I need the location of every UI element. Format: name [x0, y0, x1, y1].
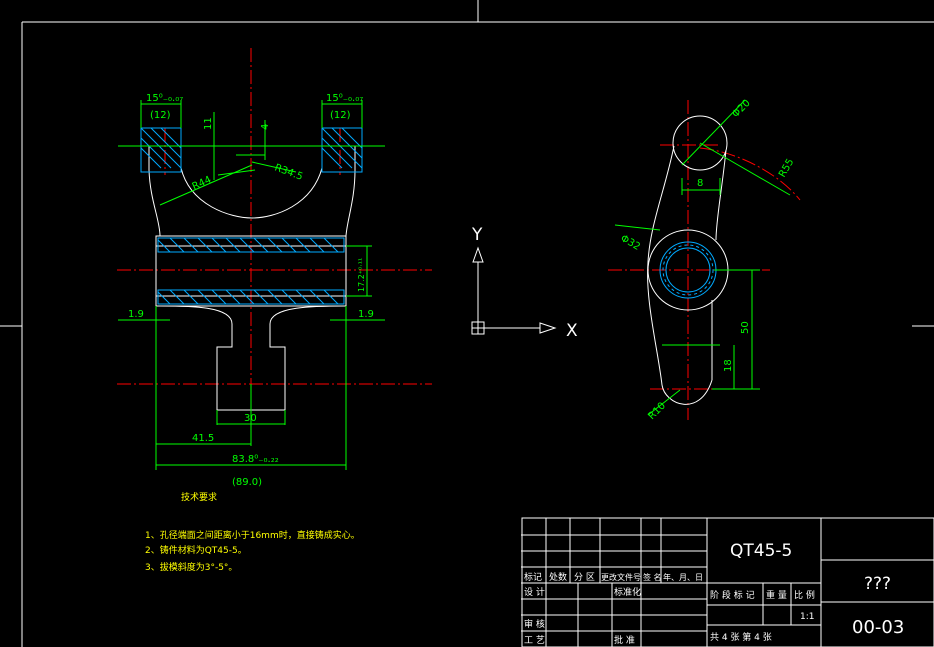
row-label-4: 签 名: [643, 572, 662, 582]
dim-r10: R10: [646, 400, 668, 422]
scale-value: 1:1: [800, 612, 814, 622]
right-dimension-lines: [614, 99, 791, 416]
axis-x-label: X: [566, 321, 578, 341]
standard-label: 标准化: [614, 586, 641, 598]
dim-phi32: Φ32: [619, 233, 642, 253]
title-block-texts: QT45-5 ??? 00-03 1:1 标记 处数 分 区 更改文件号 签 名…: [524, 541, 904, 646]
fork-outline: [148, 146, 356, 411]
review-label: 审 核: [524, 618, 545, 630]
stage-label-1: 重 量: [766, 589, 787, 601]
dim-ref-right: (12): [330, 110, 351, 121]
dim-83-8-ref: (89.0): [232, 477, 262, 488]
row-label-2: 分 区: [574, 572, 595, 583]
left-view: 15⁰₋₀.₀₇ 15⁰₋₀.₀₇ (12) (12) 11 4 R44 R34…: [117, 48, 432, 488]
dim-tol-right: 15⁰₋₀.₀₇: [326, 93, 363, 104]
approve-label: 批 准: [614, 634, 635, 646]
dim-r345: R34.5: [273, 162, 304, 182]
dim-4: 4: [260, 124, 271, 130]
dim-ref-left: (12): [150, 110, 171, 121]
material-label: QT45-5: [730, 541, 792, 561]
stage-label-0: 阶 段 标 记: [710, 589, 755, 601]
right-centerlines: [608, 100, 801, 420]
technical-notes: 技术要求 1、孔径端面之间距离小于16mm时，直接铸成实心。 2、铸件材料为QT…: [145, 491, 360, 573]
axis-y-label: Y: [471, 225, 483, 245]
dim-1-9-right: 1.9: [358, 309, 374, 320]
note-2: 2、铸件材料为QT45-5。: [145, 544, 247, 556]
ucs-axes-icon: [471, 246, 557, 335]
note-1: 1、孔径端面之间距离小于16mm时，直接铸成实心。: [145, 529, 360, 541]
row-label-3: 更改文件号: [601, 572, 641, 582]
dim-tol-left: 15⁰₋₀.₀₇: [146, 93, 183, 104]
note-3: 3、拔模斜度为3°-5°。: [145, 561, 237, 573]
row-label-1: 处数: [549, 571, 567, 583]
dim-41-5: 41.5: [192, 433, 214, 444]
row-label-0: 标记: [524, 571, 542, 583]
part-name: ???: [864, 574, 891, 594]
process-label: 工 艺: [524, 635, 545, 646]
dim-bore: 17.2⁺⁰·¹¹: [357, 258, 366, 292]
right-view: Φ20 Φ32 R55 8 50 18 R10: [608, 98, 801, 422]
dim-r55: R55: [777, 157, 796, 180]
left-centerlines: [117, 48, 432, 430]
drawing-code: 00-03: [852, 617, 904, 638]
dim-50: 50: [740, 321, 751, 334]
stage-label-2: 比 例: [794, 589, 815, 601]
sheets-label: 共 4 张 第 4 张: [710, 631, 772, 643]
dim-18: 18: [723, 359, 734, 372]
dim-r44: R44: [191, 174, 213, 192]
notes-title: 技术要求: [181, 491, 217, 503]
dim-30: 30: [244, 413, 257, 424]
dim-83-8: 83.8⁰₋₀.₂₂: [232, 454, 279, 465]
dim-8: 8: [697, 178, 703, 189]
dim-1-9-left: 1.9: [128, 309, 144, 320]
cad-drawing-canvas: 15⁰₋₀.₀₇ 15⁰₋₀.₀₇ (12) (12) 11 4 R44 R34…: [0, 0, 934, 647]
drawing-svg: 15⁰₋₀.₀₇ 15⁰₋₀.₀₇ (12) (12) 11 4 R44 R34…: [0, 0, 934, 647]
designer-label: 设 计: [524, 586, 545, 598]
dim-11: 11: [203, 117, 214, 130]
row-label-5: 年、月、日: [663, 572, 703, 582]
dim-phi20: Φ20: [730, 98, 752, 120]
